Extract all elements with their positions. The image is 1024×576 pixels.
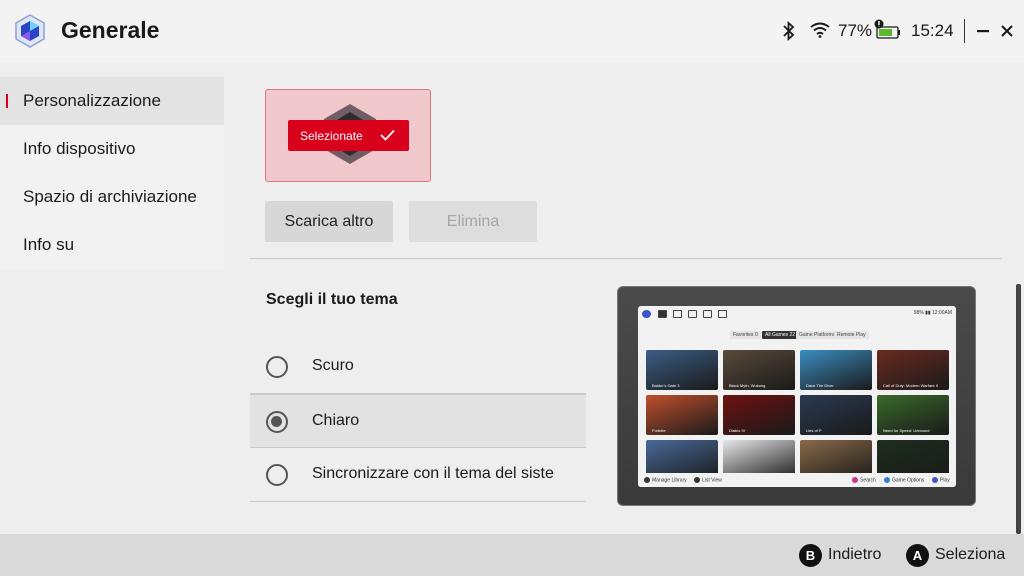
preview-game-tile: Call of Duty: Modern Warfare II: [877, 350, 949, 390]
preview-screen: 98% ▮▮ 12:00AM Favorites 0 All Games 22 …: [638, 306, 956, 487]
selected-label: Selezionate: [300, 128, 363, 143]
back-label: Indietro: [828, 546, 882, 563]
preview-hint: Manage Library: [652, 477, 687, 484]
theme-section-title: Scegli il tuo tema: [266, 291, 398, 308]
preview-logo-icon: [642, 310, 651, 318]
preview-tile-caption: Call of Duty: Modern Warfare II: [883, 383, 938, 388]
theme-option-light[interactable]: Chiaro: [250, 394, 586, 448]
preview-hint: Play: [940, 477, 950, 484]
preview-filter-chip: Game Platforms: [796, 331, 839, 339]
preview-tile-caption: Diablo IV: [729, 428, 746, 433]
sidebar-item-info-dispositivo[interactable]: Info dispositivo: [0, 125, 224, 173]
sidebar-item-spazio-archiviazione[interactable]: Spazio di archiviazione: [0, 173, 224, 221]
preview-media-icon: [703, 310, 712, 318]
a-button-icon: A: [906, 543, 929, 567]
selected-badge: Selezionate: [288, 120, 409, 151]
battery-percentage: 77%: [838, 21, 873, 40]
sidebar-item-label: Personalizzazione: [23, 91, 161, 110]
preview-game-tile: Fortnite: [646, 395, 718, 435]
sidebar-item-label: Info su: [23, 235, 75, 254]
select-label: Seleziona: [935, 546, 1006, 563]
delete-button[interactable]: Elimina: [409, 201, 537, 242]
minimize-icon[interactable]: [974, 20, 992, 42]
preview-tile-caption: Black Myth: Wukong: [729, 383, 766, 388]
sidebar-item-personalizzazione[interactable]: Personalizzazione: [0, 77, 224, 125]
theme-option-dark[interactable]: Scuro: [250, 340, 586, 394]
preview-game-tile: Need for Speed: Unbound: [877, 395, 949, 435]
preview-library-icon: [658, 310, 667, 318]
preview-settings-icon: [673, 310, 682, 318]
wifi-icon: [810, 22, 830, 38]
preview-bottombar: Manage Library List View Search Game Opt…: [638, 473, 956, 487]
footer-bar: B Indietro A Seleziona: [0, 534, 1024, 576]
close-icon[interactable]: [998, 20, 1016, 42]
sidebar-item-info-su[interactable]: Info su: [0, 221, 224, 269]
preview-hint: List View: [702, 477, 722, 484]
preview-game-tile: Black Myth: Wukong: [723, 350, 795, 390]
clock: 15:24: [911, 21, 954, 40]
app-logo-icon: [15, 14, 45, 48]
status-divider: [964, 19, 965, 43]
preview-topbar: 98% ▮▮ 12:00AM: [638, 306, 956, 322]
preview-filter-chip: All Games 22: [762, 331, 799, 339]
scrollbar[interactable]: [1016, 284, 1021, 534]
preview-folder-icon: [688, 310, 697, 318]
radio-button-selected[interactable]: [266, 411, 288, 433]
battery-charging-icon: [874, 19, 900, 39]
wallpaper-card[interactable]: Selezionate: [265, 89, 431, 182]
preview-tile-caption: Lies of P: [806, 428, 822, 433]
theme-option-label: Sincronizzare con il tema del sistema: [312, 465, 555, 482]
preview-tile-caption: Fortnite: [652, 428, 666, 433]
preview-game-tile: Diablo IV: [723, 395, 795, 435]
preview-tile-caption: Need for Speed: Unbound: [883, 428, 930, 433]
preview-game-tile: Dave The Diver: [800, 350, 872, 390]
preview-filter-bar: Favorites 0 All Games 22 Game Platforms …: [638, 331, 956, 341]
theme-option-label: Chiaro: [312, 412, 360, 429]
bluetooth-icon: [783, 21, 795, 41]
preview-tile-caption: Baldur's Gate 3: [652, 383, 680, 388]
preview-tile-caption: Dave The Diver: [806, 383, 834, 388]
checkmark-icon: [380, 129, 395, 141]
radio-button[interactable]: [266, 356, 288, 378]
page-title: Generale: [61, 17, 160, 43]
radio-button[interactable]: [266, 464, 288, 486]
preview-store-icon: [718, 310, 727, 318]
back-hint[interactable]: B Indietro: [799, 543, 881, 567]
preview-status-text: 98% ▮▮ 12:00AM: [913, 310, 952, 316]
theme-preview: 98% ▮▮ 12:00AM Favorites 0 All Games 22 …: [617, 286, 976, 506]
b-button-icon: B: [799, 543, 822, 567]
sidebar: Personalizzazione Info dispositivo Spazi…: [0, 77, 224, 269]
preview-hint: Search: [860, 477, 876, 484]
select-hint[interactable]: A Seleziona: [906, 543, 1005, 567]
sidebar-item-label: Spazio di archiviazione: [23, 187, 197, 206]
download-more-button[interactable]: Scarica altro: [265, 201, 393, 242]
theme-option-system[interactable]: Sincronizzare con il tema del sistema: [250, 448, 586, 502]
sidebar-item-label: Info dispositivo: [23, 139, 136, 158]
section-divider: [250, 258, 1002, 259]
theme-option-label: Scuro: [312, 357, 354, 374]
preview-game-tile: Lies of P: [800, 395, 872, 435]
preview-filter-chip: Favorites 0: [730, 331, 761, 339]
preview-hint: Game Options: [892, 477, 925, 484]
title-bar: Generale 77% 15:24: [0, 0, 1024, 62]
preview-game-tile: Baldur's Gate 3: [646, 350, 718, 390]
preview-filter-chip: Remote Play: [834, 331, 869, 339]
